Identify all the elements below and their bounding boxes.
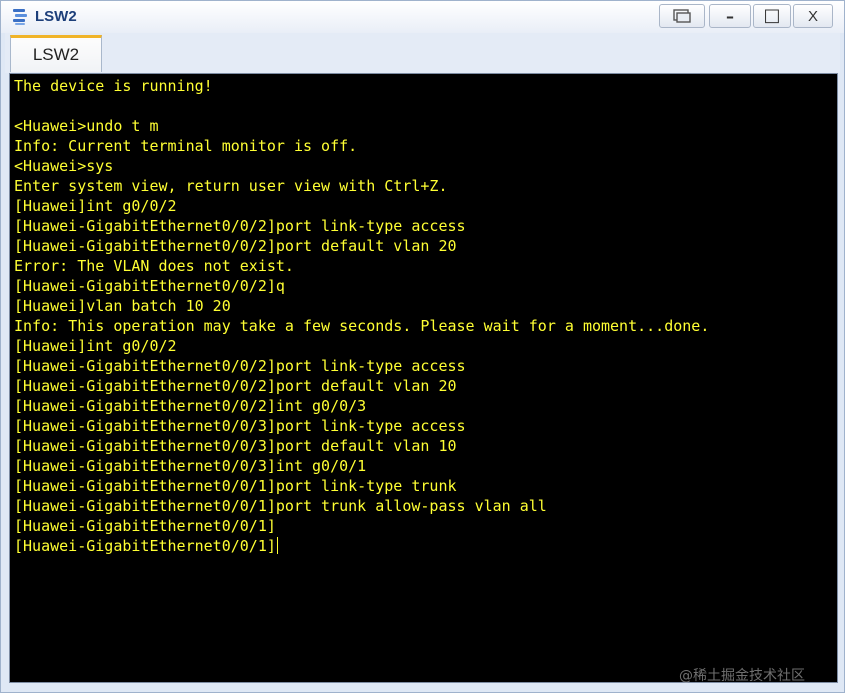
terminal-line: [Huawei]vlan batch 10 20 bbox=[14, 297, 231, 315]
terminal-line: [Huawei-GigabitEthernet0/0/2]port link-t… bbox=[14, 357, 466, 375]
terminal-window: LSW2 – □ X LSW2 The device is running! <H… bbox=[0, 0, 845, 693]
minimize-button[interactable]: – bbox=[709, 4, 751, 28]
terminal-output: The device is running! <Huawei>undo t m In… bbox=[14, 76, 709, 556]
tab-bar: LSW2 bbox=[5, 33, 840, 73]
terminal-line: Error: The VLAN does not exist. bbox=[14, 257, 294, 275]
window-title: LSW2 bbox=[35, 8, 77, 25]
terminal-line: <Huawei>sys bbox=[14, 157, 114, 175]
text-cursor bbox=[276, 537, 278, 554]
terminal-line: The device is running! bbox=[14, 77, 213, 95]
terminal-line: [Huawei-GigabitEthernet0/0/2]int g0/0/3 bbox=[14, 397, 367, 415]
title-bar[interactable]: LSW2 – □ X bbox=[1, 1, 844, 33]
minimize-icon: – bbox=[726, 6, 734, 26]
terminal-line: [Huawei]int g0/0/2 bbox=[14, 337, 177, 355]
terminal-line: [Huawei-GigabitEthernet0/0/2]port defaul… bbox=[14, 237, 457, 255]
watermark-text: @稀土掘金技术社区 bbox=[679, 668, 805, 684]
maximize-button[interactable]: □ bbox=[753, 4, 791, 28]
terminal-line: [Huawei-GigabitEthernet0/0/1] bbox=[14, 537, 278, 555]
terminal-line: [Huawei]int g0/0/2 bbox=[14, 197, 177, 215]
tab-lsw2[interactable]: LSW2 bbox=[10, 35, 102, 72]
maximize-icon: □ bbox=[763, 5, 781, 26]
terminal-line: [Huawei-GigabitEthernet0/0/2]q bbox=[14, 277, 285, 295]
terminal-line: [Huawei-GigabitEthernet0/0/1]port link-t… bbox=[14, 477, 457, 495]
terminal-line: [Huawei-GigabitEthernet0/0/1] bbox=[14, 517, 276, 535]
restore-icon bbox=[673, 9, 691, 23]
terminal-line: [Huawei-GigabitEthernet0/0/2]port defaul… bbox=[14, 377, 457, 395]
terminal-line: [Huawei-GigabitEthernet0/0/3]int g0/0/1 bbox=[14, 457, 367, 475]
terminal-line: <Huawei>undo t m bbox=[14, 117, 159, 135]
terminal-line: Info: Current terminal monitor is off. bbox=[14, 137, 358, 155]
switch-app-icon bbox=[11, 8, 29, 26]
terminal-line: [Huawei-GigabitEthernet0/0/3]port defaul… bbox=[14, 437, 457, 455]
tab-label: LSW2 bbox=[32, 45, 80, 64]
restore-window-button[interactable] bbox=[659, 4, 705, 28]
close-icon: X bbox=[807, 7, 818, 25]
terminal-console[interactable]: The device is running! <Huawei>undo t m In… bbox=[9, 73, 838, 683]
terminal-line: [Huawei-GigabitEthernet0/0/2]port link-t… bbox=[14, 217, 466, 235]
terminal-line: [Huawei-GigabitEthernet0/0/3]port link-t… bbox=[14, 417, 466, 435]
close-button[interactable]: X bbox=[793, 4, 833, 28]
terminal-line: Enter system view, return user view with… bbox=[14, 177, 448, 195]
terminal-line: [Huawei-GigabitEthernet0/0/1]port trunk … bbox=[14, 497, 547, 515]
terminal-line: Info: This operation may take a few seco… bbox=[14, 317, 710, 335]
